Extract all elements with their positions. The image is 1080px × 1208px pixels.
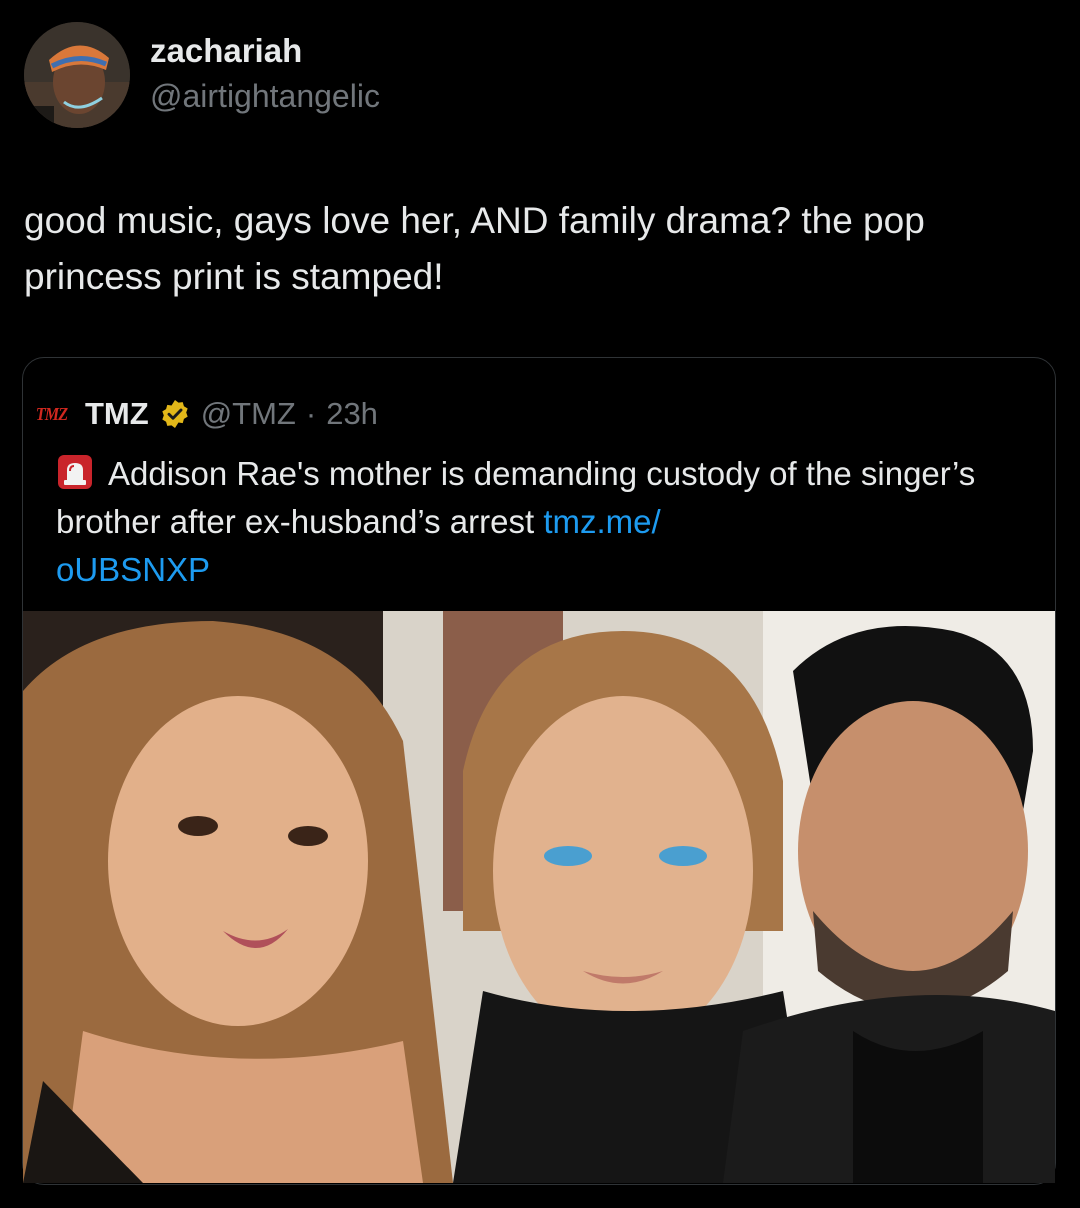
tweet-text-line: princess print is stamped! — [24, 256, 444, 297]
tweet-text-line: good music, gays love her, AND family dr… — [24, 200, 925, 241]
quoted-timestamp[interactable]: 23h — [326, 396, 378, 432]
author-handle[interactable]: @airtightangelic — [150, 78, 380, 115]
quoted-display-name[interactable]: TMZ — [85, 396, 149, 432]
verified-badge-icon — [162, 400, 188, 428]
tweet-text: good music, gays love her, AND family dr… — [24, 193, 1054, 305]
quoted-tweet-text: Addison Rae's mother is demanding custod… — [56, 450, 1016, 594]
author-display-name[interactable]: zachariah — [150, 32, 302, 70]
tmz-avatar-logo[interactable]: TMZ — [36, 404, 68, 425]
quoted-handle[interactable]: @TMZ — [201, 396, 296, 432]
news-photo[interactable] — [23, 611, 1055, 1183]
separator-dot: · — [305, 396, 317, 431]
rotating-light-icon — [58, 455, 92, 489]
author-avatar[interactable] — [24, 22, 130, 128]
quoted-tweet-header: TMZ TMZ @TMZ · 23h — [34, 392, 378, 436]
avatar-image — [24, 22, 130, 128]
quoted-text-body: Addison Rae's mother is demanding custod… — [56, 455, 976, 540]
